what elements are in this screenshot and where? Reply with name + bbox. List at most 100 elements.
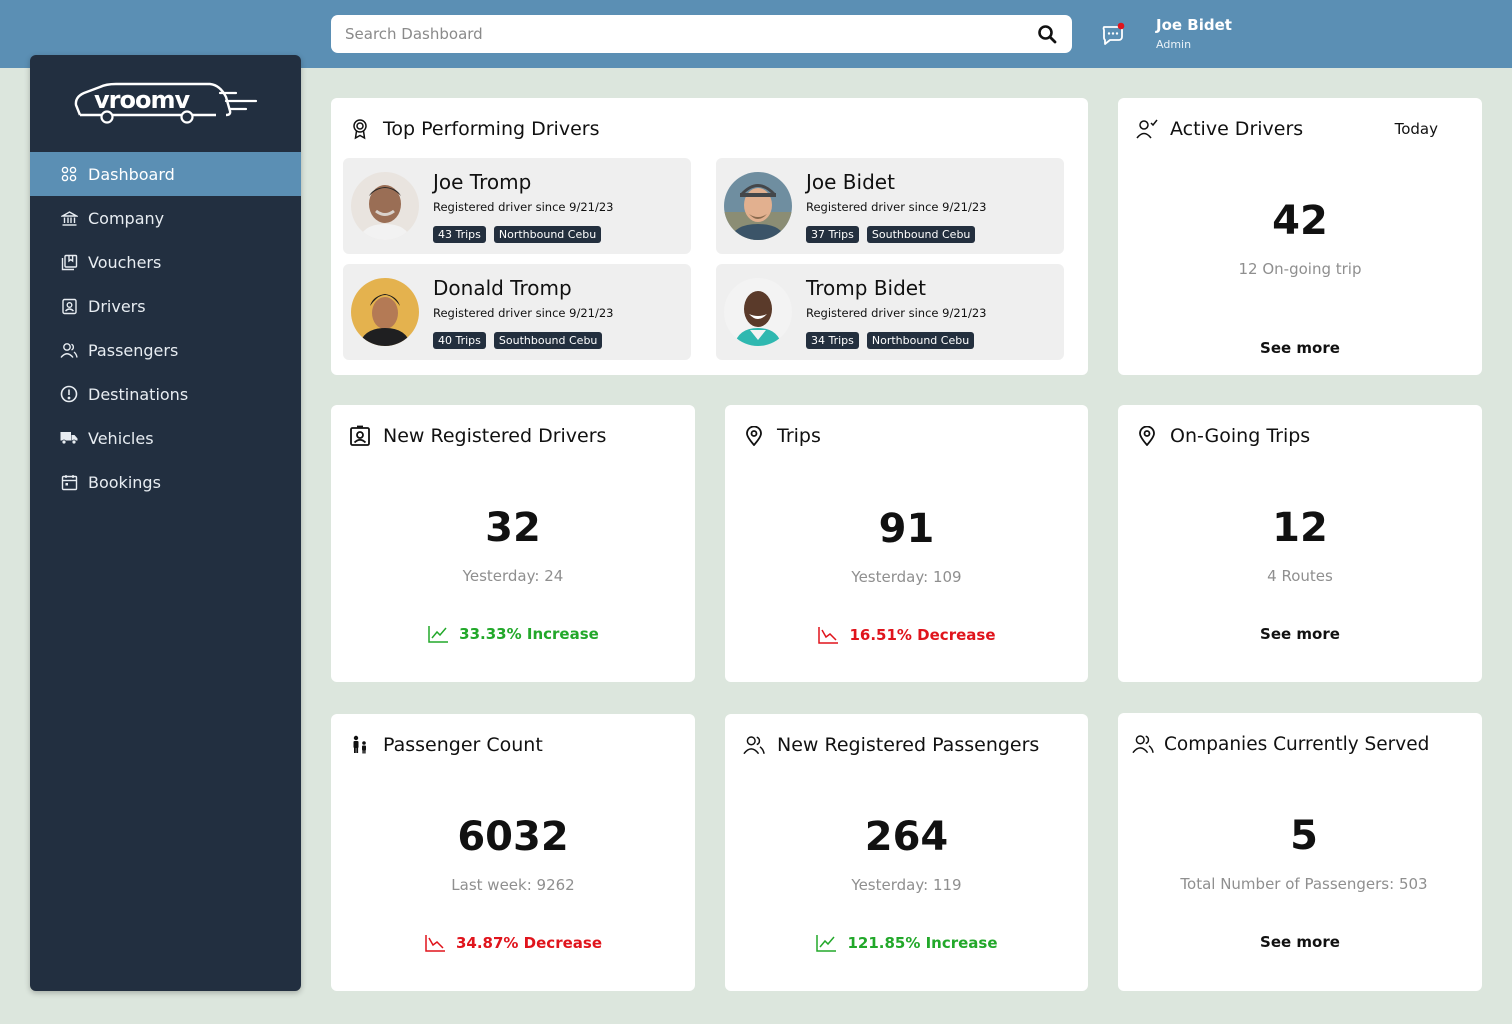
trend-label: 121.85% Increase [847,934,998,952]
card-header: Passenger Count [349,734,543,756]
ongoing-subtext: 4 Routes [1267,567,1333,585]
passenger-count-card: Passenger Count 6032 Last week: 9262 34.… [331,714,695,991]
see-more-link[interactable]: See more [1118,339,1482,357]
active-drivers-subtext: 12 On-going trip [1238,260,1362,278]
companies-subtext: Total Number of Passengers: 503 [1180,875,1428,893]
route-badge: Southbound Cebu [866,226,976,243]
new-registered-drivers-card: New Registered Drivers 32 Yesterday: 24 … [331,405,695,682]
trips-subtext: Yesterday: 109 [851,568,962,586]
trips-badge: 37 Trips [806,226,859,243]
sidebar-item-vehicles[interactable]: Vehicles [30,416,301,460]
new-passengers-trend: 121.85% Increase [725,933,1088,953]
user-role: Admin [1156,38,1192,51]
driver-card[interactable]: Donald Tromp Registered driver since 9/2… [343,264,691,360]
sidebar-item-label: Drivers [88,296,146,316]
sidebar-item-label: Bookings [88,472,161,492]
search-input[interactable] [345,25,1036,43]
sidebar-item-destinations[interactable]: Destinations [30,372,301,416]
sidebar-item-label: Destinations [88,384,189,404]
card-title: Companies Currently Served [1164,733,1430,755]
search-icon[interactable] [1036,23,1058,45]
vroomv-logo[interactable]: vroomv [70,77,260,129]
driver-card[interactable]: Tromp Bidet Registered driver since 9/21… [716,264,1064,360]
see-more-link[interactable]: See more [1118,933,1482,951]
trips-badge: 40 Trips [433,332,486,349]
sidebar-item-bookings[interactable]: Bookings [30,460,301,504]
trend-up-icon [816,935,837,952]
users-icon [60,341,78,359]
sidebar-item-passengers[interactable]: Passengers [30,328,301,372]
driver-registered-since: Registered driver since 9/21/23 [433,200,614,214]
sidebar-item-label: Vehicles [88,428,154,448]
trips-badge: 34 Trips [806,332,859,349]
user-name: Joe Bidet [1156,16,1232,34]
logo-text: vroomv [94,86,190,114]
trips-card: Trips 91 Yesterday: 109 16.51% Decrease [725,405,1088,682]
route-badge: Northbound Cebu [866,332,975,349]
sidebar: vroomv Dashboard Company Vouchers Driver… [30,55,301,991]
driver-registered-since: Registered driver since 9/21/23 [806,200,987,214]
chat-notification-icon[interactable] [1100,22,1126,48]
sidebar-item-drivers[interactable]: Drivers [30,284,301,328]
sidebar-item-vouchers[interactable]: Vouchers [30,240,301,284]
user-check-icon [1136,118,1158,140]
driver-card[interactable]: Joe Tromp Registered driver since 9/21/2… [343,158,691,254]
card-header: On-Going Trips [1136,425,1310,447]
sidebar-item-dashboard[interactable]: Dashboard [30,152,301,196]
users-icon [743,734,765,756]
card-title: Trips [777,425,821,447]
sidebar-item-label: Passengers [88,340,179,360]
driver-tags: 40 Trips Southbound Cebu [433,332,603,349]
trend-label: 34.87% Decrease [455,934,602,952]
card-title: On-Going Trips [1170,425,1311,447]
trend-down-icon [818,627,839,644]
trend-label: 33.33% Increase [459,625,599,643]
route-badge: Northbound Cebu [493,226,602,243]
trend-down-icon [425,935,445,952]
companies-served-card: Companies Currently Served 5 Total Numbe… [1118,713,1482,991]
trend-up-icon [428,626,449,643]
sidebar-item-label: Company [88,208,165,228]
driver-card[interactable]: Joe Bidet Registered driver since 9/21/2… [716,158,1064,254]
driver-avatar [724,278,792,346]
driver-registered-since: Registered driver since 9/21/23 [806,306,987,320]
trips-trend: 16.51% Decrease [725,625,1088,645]
trips-badge: 43 Trips [433,226,486,243]
sidebar-nav: Dashboard Company Vouchers Drivers Passe… [30,152,301,504]
new-drivers-subtext: Yesterday: 24 [462,567,564,585]
card-header: Top Performing Drivers [349,118,599,140]
alert-circle-icon [60,385,78,403]
card-title: New Registered Passengers [777,734,1040,756]
card-header: Companies Currently Served [1132,733,1429,755]
bank-icon [60,209,78,227]
driver-tags: 43 Trips Northbound Cebu [433,226,602,243]
users-icon [1132,733,1154,755]
new-passengers-subtext: Yesterday: 119 [851,876,962,894]
sidebar-item-company[interactable]: Company [30,196,301,240]
id-badge-icon [349,425,371,447]
period-selector[interactable]: Today [1395,120,1438,138]
active-drivers-value: 42 [1272,198,1328,244]
passenger-count-value: 6032 [457,814,569,860]
id-badge-icon [60,297,78,315]
map-pin-icon [1136,425,1158,447]
top-performing-drivers-card: Top Performing Drivers Joe Tromp Registe… [331,98,1088,375]
calendar-icon [60,473,78,491]
award-icon [349,118,371,140]
new-drivers-trend: 33.33% Increase [331,624,695,644]
driver-name: Joe Tromp [433,170,532,194]
card-header: Active Drivers [1136,118,1303,140]
grid-icon [60,165,78,183]
card-title: Top Performing Drivers [383,118,600,140]
card-header: New Registered Drivers [349,425,606,447]
driver-avatar [724,172,792,240]
new-drivers-value: 32 [485,505,541,551]
see-more-link[interactable]: See more [1118,625,1482,643]
search-bar[interactable] [331,15,1072,53]
driver-name: Donald Tromp [433,276,572,300]
user-profile[interactable]: Joe Bidet Admin [1156,16,1232,51]
driver-tags: 37 Trips Southbound Cebu [806,226,976,243]
driver-tags: 34 Trips Northbound Cebu [806,332,975,349]
driver-registered-since: Registered driver since 9/21/23 [433,306,614,320]
trend-label: 16.51% Decrease [849,626,996,644]
